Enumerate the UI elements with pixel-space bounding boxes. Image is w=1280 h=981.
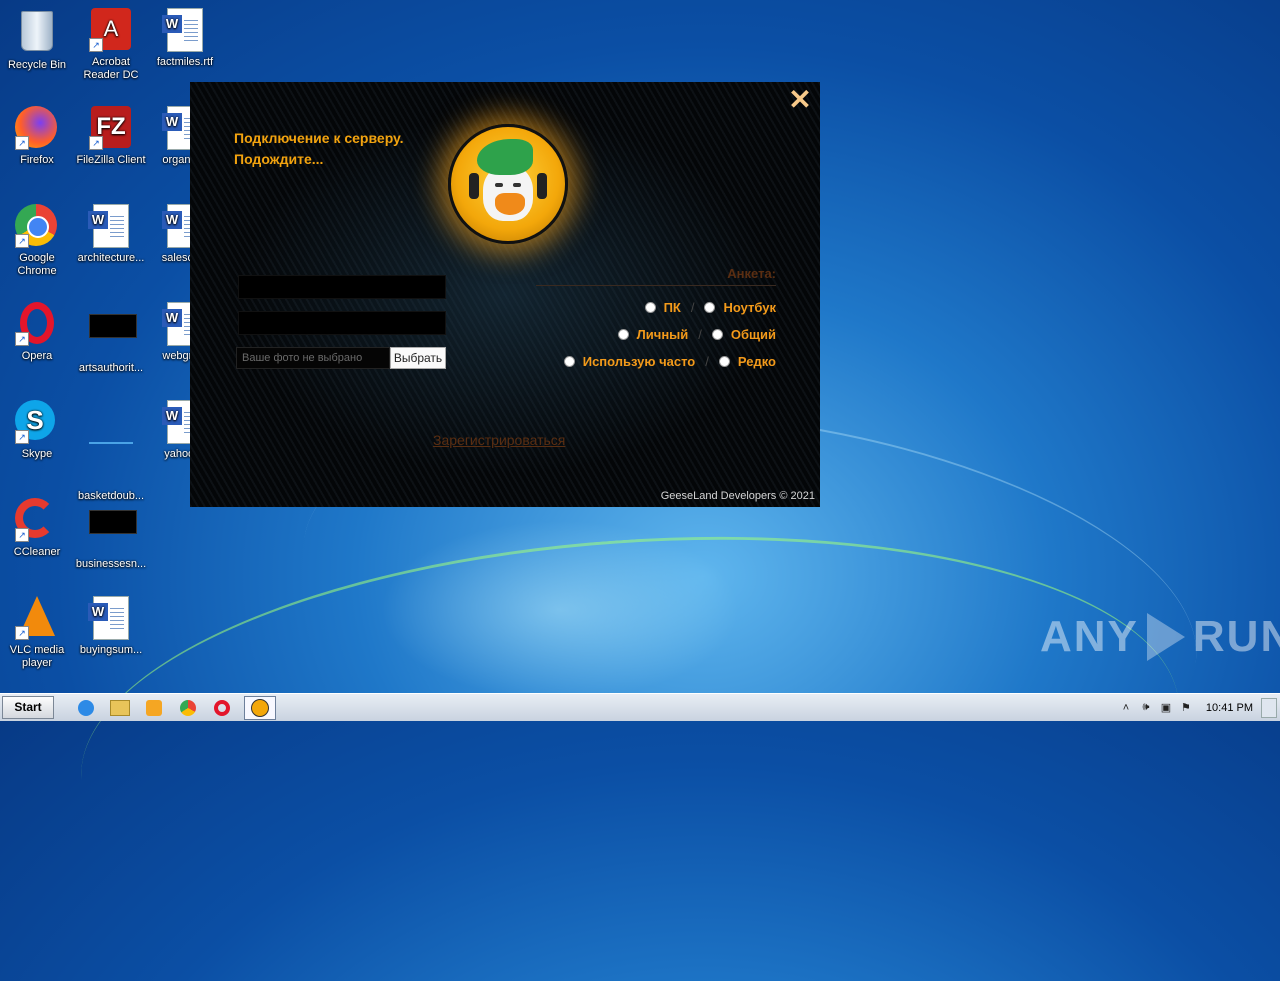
skype-icon: S ↗	[15, 400, 59, 444]
survey-row-frequency: Использую часто / Редко	[536, 348, 776, 375]
clock[interactable]: 10:41 PM	[1206, 702, 1253, 714]
blank-file-icon	[89, 442, 133, 486]
option-laptop[interactable]: Ноутбук	[704, 300, 776, 315]
option-rarely[interactable]: Редко	[718, 354, 776, 369]
desktop-icon-opera[interactable]: ↗ Opera	[0, 302, 74, 363]
desktop-icon-basketdoub[interactable]: basketdoub...	[74, 400, 148, 503]
desktop-icon-firefox[interactable]: ↗ Firefox	[0, 106, 74, 167]
shortcut-arrow-icon: ↗	[15, 234, 29, 248]
vlc-icon: ↗	[15, 596, 59, 640]
shortcut-arrow-icon: ↗	[89, 38, 103, 52]
shortcut-arrow-icon: ↗	[15, 332, 29, 346]
separator: /	[690, 300, 695, 315]
desktop-icon-ccleaner[interactable]: ↗ CCleaner	[0, 498, 74, 559]
taskbar-chrome-icon[interactable]	[174, 697, 202, 719]
desktop-icon-filezilla[interactable]: FZ ↗ FileZilla Client	[74, 106, 148, 167]
radio-often[interactable]	[563, 356, 575, 367]
network-icon[interactable]: ▣	[1156, 701, 1176, 714]
word-document-icon: W	[88, 204, 133, 248]
survey-title: Анкета:	[536, 266, 776, 286]
desktop-icon-acrobat[interactable]: A ↗ Acrobat Reader DC	[74, 8, 148, 82]
blank-file-icon	[89, 510, 137, 554]
start-button[interactable]: Start	[2, 696, 54, 719]
survey-row-device: ПК / Ноутбук	[536, 294, 776, 321]
desktop-icon-factmiles[interactable]: W factmiles.rtf	[148, 8, 222, 69]
radio-rarely[interactable]	[718, 356, 730, 367]
shortcut-arrow-icon: ↗	[15, 430, 29, 444]
option-often[interactable]: Использую часто	[563, 354, 695, 369]
separator: /	[705, 354, 709, 369]
desktop-icon-recycle-bin[interactable]: Recycle Bin	[0, 8, 74, 72]
word-document-icon: W	[88, 596, 133, 640]
word-document-icon: W	[162, 8, 207, 52]
taskbar-explorer-icon[interactable]	[106, 697, 134, 719]
desktop-icon-vlc[interactable]: ↗ VLC media player	[0, 596, 74, 670]
desktop-icon-businessesn[interactable]: businessesn...	[74, 498, 148, 571]
login-field[interactable]	[238, 275, 446, 299]
separator: /	[698, 327, 702, 342]
survey-panel: Анкета: ПК / Ноутбук Личный / Общий Испо…	[536, 266, 776, 375]
tray-expand-icon[interactable]: ˄	[1116, 702, 1136, 714]
recycle-bin-icon	[15, 11, 59, 55]
connection-status: Подключение к серверу. Подождите...	[234, 130, 404, 167]
close-icon[interactable]: ✕	[788, 86, 812, 114]
anyrun-watermark: ANY RUN	[1040, 612, 1280, 661]
radio-pc[interactable]	[644, 302, 656, 313]
desktop-icon-buyingsum[interactable]: W buyingsum...	[74, 596, 148, 657]
play-logo-icon	[1146, 613, 1185, 661]
acrobat-icon: A ↗	[89, 8, 133, 52]
desktop-icon-architecture[interactable]: W architecture...	[74, 204, 148, 265]
option-shared[interactable]: Общий	[711, 327, 776, 342]
register-link[interactable]: Зарегистрироваться	[433, 432, 565, 448]
shortcut-arrow-icon: ↗	[15, 136, 29, 150]
ccleaner-icon: ↗	[15, 498, 59, 542]
option-personal[interactable]: Личный	[617, 327, 688, 342]
footer-copyright: GeeseLand Developers © 2021	[660, 490, 815, 502]
filezilla-icon: FZ ↗	[89, 106, 133, 150]
radio-laptop[interactable]	[704, 302, 716, 313]
taskbar-media-player-icon[interactable]	[140, 697, 168, 719]
photo-upload: Ваше фото не выбрано Выбрать	[236, 347, 446, 369]
show-desktop-button[interactable]	[1261, 697, 1277, 718]
radio-personal[interactable]	[617, 329, 629, 340]
action-center-flag-icon[interactable]: ⚑	[1176, 701, 1196, 714]
shortcut-arrow-icon: ↗	[15, 626, 29, 640]
opera-icon: ↗	[15, 302, 59, 346]
password-field[interactable]	[238, 311, 446, 335]
choose-photo-button[interactable]: Выбрать	[390, 347, 446, 369]
desktop-icon-artsauthorit[interactable]: artsauthorit...	[74, 302, 148, 375]
taskbar-geeseland-icon[interactable]	[244, 695, 276, 720]
shortcut-arrow-icon: ↗	[15, 528, 29, 542]
taskbar-opera-icon[interactable]	[208, 697, 236, 719]
chrome-icon: ↗	[15, 204, 59, 248]
survey-row-ownership: Личный / Общий	[536, 321, 776, 348]
radio-shared[interactable]	[711, 329, 723, 340]
firefox-icon: ↗	[15, 106, 59, 150]
taskbar-ie-icon[interactable]	[72, 697, 100, 719]
option-pc[interactable]: ПК	[644, 300, 681, 315]
volume-icon[interactable]: 🕪	[1136, 701, 1156, 714]
shortcut-arrow-icon: ↗	[89, 136, 103, 150]
goose-avatar-logo	[448, 124, 568, 244]
desktop-icon-skype[interactable]: S ↗ Skype	[0, 400, 74, 461]
desktop-icon-google-chrome[interactable]: ↗ Google Chrome	[0, 204, 74, 278]
photo-file-input[interactable]: Ваше фото не выбрано	[236, 347, 390, 369]
geeseland-dialog: Подключение к серверу. Подождите... ✕ Ва…	[190, 82, 820, 507]
blank-file-icon	[89, 314, 137, 358]
system-tray: ˄ 🕪 ▣ ⚑ 10:41 PM	[1116, 694, 1280, 721]
taskbar: Start ˄ 🕪 ▣ ⚑ 10:41 PM	[0, 693, 1280, 721]
